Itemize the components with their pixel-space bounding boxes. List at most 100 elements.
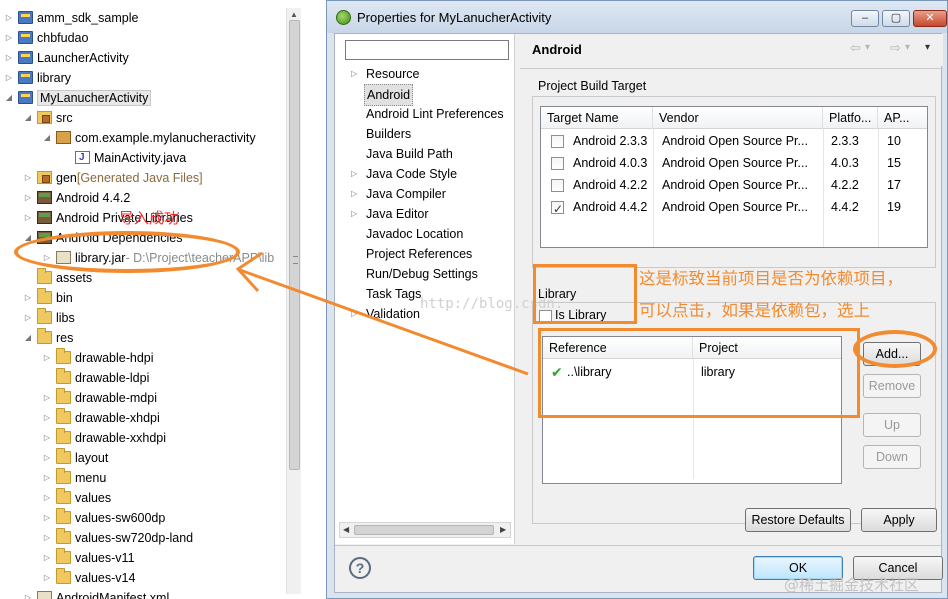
- collapsed-arrow-icon[interactable]: ▷: [4, 48, 14, 68]
- minimize-button[interactable]: ‒: [851, 10, 879, 27]
- collapsed-arrow-icon[interactable]: ▷: [42, 448, 52, 468]
- collapsed-arrow-icon[interactable]: ▷: [42, 508, 52, 528]
- collapsed-arrow-icon[interactable]: ▷: [23, 188, 33, 208]
- table-row[interactable]: Android 2.3.3 Android Open Source Pr... 2.…: [541, 130, 927, 152]
- collapsed-arrow-icon[interactable]: ▷: [23, 208, 33, 228]
- tree-item[interactable]: ◢ res: [0, 328, 285, 348]
- target-checkbox[interactable]: [551, 135, 564, 148]
- column-header-target-name[interactable]: Target Name: [541, 107, 653, 129]
- collapsed-arrow-icon[interactable]: ▷: [42, 568, 52, 588]
- scroll-right-arrow-icon[interactable]: ▶: [500, 523, 506, 537]
- nav-item[interactable]: ▷ Resource: [335, 64, 513, 84]
- tree-item[interactable]: ▷ drawable-xhdpi: [0, 408, 285, 428]
- tree-item[interactable]: ▷ layout: [0, 448, 285, 468]
- collapsed-arrow-icon[interactable]: ▷: [42, 468, 52, 488]
- tree-item[interactable]: drawable-ldpi: [0, 368, 285, 388]
- column-header-platform[interactable]: Platfo...: [823, 107, 878, 129]
- tree-item[interactable]: ▷ chbfudao: [0, 28, 285, 48]
- back-menu-icon[interactable]: ▾: [865, 42, 870, 53]
- expanded-arrow-icon[interactable]: ◢: [4, 88, 14, 108]
- nav-item[interactable]: ▷ Java Compiler: [335, 184, 513, 204]
- table-row[interactable]: Android 4.2.2 Android Open Source Pr... 4.…: [541, 174, 927, 196]
- apply-button[interactable]: Apply: [861, 508, 937, 532]
- scrollbar-thumb[interactable]: [354, 525, 494, 535]
- move-down-button[interactable]: Down: [863, 445, 921, 469]
- filter-input[interactable]: [345, 40, 509, 60]
- collapsed-arrow-icon[interactable]: ▷: [351, 204, 357, 224]
- nav-item[interactable]: ▷ Java Editor: [335, 204, 513, 224]
- collapsed-arrow-icon[interactable]: ▷: [42, 488, 52, 508]
- expanded-arrow-icon[interactable]: ◢: [23, 108, 33, 128]
- collapsed-arrow-icon[interactable]: ▷: [351, 304, 357, 324]
- tree-item[interactable]: ▷ drawable-xxhdpi: [0, 428, 285, 448]
- nav-item[interactable]: Android Lint Preferences: [335, 104, 513, 124]
- target-checkbox[interactable]: [551, 198, 564, 220]
- back-arrow-icon[interactable]: ⇦: [850, 40, 861, 56]
- tree-item[interactable]: ▷ drawable-hdpi: [0, 348, 285, 368]
- column-header-vendor[interactable]: Vendor: [653, 107, 823, 129]
- nav-item[interactable]: ▷ Java Code Style: [335, 164, 513, 184]
- collapsed-arrow-icon[interactable]: ▷: [351, 64, 357, 84]
- collapsed-arrow-icon[interactable]: ▷: [23, 288, 33, 308]
- target-checkbox[interactable]: [551, 157, 564, 170]
- tree-item[interactable]: MainActivity.java: [0, 148, 285, 168]
- collapsed-arrow-icon[interactable]: ▷: [42, 408, 52, 428]
- nav-item[interactable]: Android: [335, 84, 513, 106]
- tree-item[interactable]: ▷ values-v11: [0, 548, 285, 568]
- nav-item[interactable]: Builders: [335, 124, 513, 144]
- tree-item[interactable]: ▷ bin: [0, 288, 285, 308]
- forward-arrow-icon[interactable]: ⇨: [890, 40, 901, 56]
- tree-item[interactable]: ▷ libs: [0, 308, 285, 328]
- close-button[interactable]: ✕: [913, 10, 947, 27]
- collapsed-arrow-icon[interactable]: ▷: [351, 164, 357, 184]
- nav-item[interactable]: Javadoc Location: [335, 224, 513, 244]
- collapsed-arrow-icon[interactable]: ▷: [23, 308, 33, 328]
- target-checkbox[interactable]: [551, 179, 564, 192]
- tree-item[interactable]: ▷ values-v14: [0, 568, 285, 588]
- collapsed-arrow-icon[interactable]: ▷: [42, 428, 52, 448]
- scrollbar-thumb[interactable]: [289, 20, 300, 470]
- nav-item[interactable]: Java Build Path: [335, 144, 513, 164]
- forward-menu-icon[interactable]: ▾: [905, 42, 910, 53]
- scroll-left-arrow-icon[interactable]: ◀: [343, 523, 349, 537]
- collapsed-arrow-icon[interactable]: ▷: [4, 68, 14, 88]
- collapsed-arrow-icon[interactable]: ▷: [23, 588, 33, 599]
- view-menu-icon[interactable]: ▾: [925, 42, 930, 53]
- nav-horizontal-scrollbar[interactable]: ◀ ▶: [339, 522, 511, 538]
- dialog-titlebar[interactable]: Properties for MyLanucherActivity ‒ ▢ ✕: [327, 1, 947, 33]
- collapsed-arrow-icon[interactable]: ▷: [4, 28, 14, 48]
- nav-item[interactable]: Project References: [335, 244, 513, 264]
- maximize-button[interactable]: ▢: [882, 10, 910, 27]
- column-header-api[interactable]: AP...: [878, 107, 927, 129]
- collapsed-arrow-icon[interactable]: ▷: [23, 168, 33, 188]
- tree-item[interactable]: ▷ menu: [0, 468, 285, 488]
- explorer-vertical-scrollbar[interactable]: ▲: [286, 8, 301, 594]
- table-row[interactable]: Android 4.0.3 Android Open Source Pr... 4.…: [541, 152, 927, 174]
- tree-item[interactable]: ▷ AndroidManifest.xml: [0, 588, 285, 599]
- collapsed-arrow-icon[interactable]: ▷: [42, 348, 52, 368]
- tree-item[interactable]: ▷ amm_sdk_sample: [0, 8, 285, 28]
- collapsed-arrow-icon[interactable]: ▷: [42, 388, 52, 408]
- collapsed-arrow-icon[interactable]: ▷: [42, 548, 52, 568]
- table-row[interactable]: Android 4.4.2 Android Open Source Pr... 4.…: [541, 196, 927, 220]
- tree-item[interactable]: ▷ values-sw600dp: [0, 508, 285, 528]
- scroll-up-arrow-icon[interactable]: ▲: [290, 10, 298, 19]
- help-icon[interactable]: ?: [349, 557, 371, 579]
- tree-item[interactable]: ▷ values: [0, 488, 285, 508]
- collapsed-arrow-icon[interactable]: ▷: [4, 8, 14, 28]
- tree-item[interactable]: ▷ gen[Generated Java Files]: [0, 168, 285, 188]
- collapsed-arrow-icon[interactable]: ▷: [42, 528, 52, 548]
- move-up-button[interactable]: Up: [863, 413, 921, 437]
- tree-item[interactable]: ▷ Android 4.4.2: [0, 188, 285, 208]
- expanded-arrow-icon[interactable]: ◢: [23, 328, 33, 348]
- tree-item[interactable]: ▷ library: [0, 68, 285, 88]
- remove-library-button[interactable]: Remove: [863, 374, 921, 398]
- tree-item[interactable]: ◢ com.example.mylanucheractivity: [0, 128, 285, 148]
- tree-item[interactable]: ◢ src: [0, 108, 285, 128]
- tree-item[interactable]: ▷ LauncherActivity: [0, 48, 285, 68]
- tree-item[interactable]: ◢ MyLanucherActivity: [0, 88, 285, 108]
- tree-item[interactable]: ▷ drawable-mdpi: [0, 388, 285, 408]
- restore-defaults-button[interactable]: Restore Defaults: [745, 508, 851, 532]
- expanded-arrow-icon[interactable]: ◢: [42, 128, 52, 148]
- nav-item[interactable]: Run/Debug Settings: [335, 264, 513, 284]
